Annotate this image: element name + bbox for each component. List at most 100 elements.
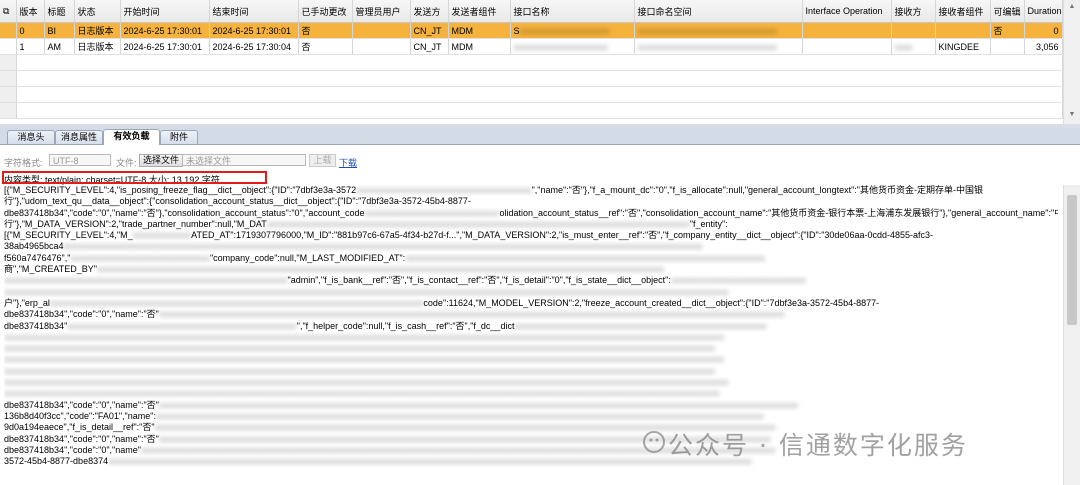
column-header[interactable]: 开始时间: [120, 0, 210, 23]
column-header[interactable]: 可编辑: [990, 0, 1025, 23]
payload-line: xxxxxxxxxxxxxxxxxxxxxxxxxxxxxxxxxxxxxxxx…: [4, 377, 1058, 388]
payload-line: 38ab4965bca4xxxxxxxxxxxxxxxxxxxxxxxxxxxx…: [4, 241, 703, 252]
payload-line: xxxxxxxxxxxxxxxxxxxxxxxxxxxxxxxxxxxxxxxx…: [4, 354, 1058, 365]
table-row[interactable]: 0 BI 日志版本 2024-6-25 17:30:01 2024-6-25 1…: [0, 22, 1063, 39]
scroll-down-icon[interactable]: ▼: [1067, 111, 1077, 121]
duration-cell: 3,056: [1024, 38, 1063, 55]
charset-select[interactable]: UTF-8: [49, 154, 111, 166]
scroll-up-icon[interactable]: ▲: [1067, 3, 1077, 13]
column-header[interactable]: 发送方: [410, 0, 449, 23]
interface-name-cell: xxxxxxxxxxxxxxxxxxxxx: [510, 38, 635, 55]
message-detail-tabs: 消息头 消息属性 有效负载 附件: [0, 128, 1080, 145]
end-time-cell: 2024-6-25 17:30:01: [209, 22, 299, 39]
interface-operation-cell: [802, 22, 892, 39]
grid-corner-icon[interactable]: ⧉: [0, 0, 17, 23]
redacted-text: xxxxxxxxxxxxxxxxxxxxxxxxxxxxxxxxxxxxxxx: [356, 185, 532, 195]
duration-cell: 0: [1024, 22, 1063, 39]
manually-changed-cell: 否: [298, 38, 353, 55]
grid-vertical-scrollbar[interactable]: ▲ ▼: [1063, 0, 1080, 124]
row-selector[interactable]: [0, 86, 17, 103]
title-cell: 日志版本: [74, 38, 121, 55]
payload-line: 行"},"udom_text_qu__data__object":{"conso…: [4, 196, 471, 207]
redacted-text: xxxxxxxxxxxxxxxxxxxxxxxxxxxxxxxxxxxxxxxx…: [63, 241, 703, 252]
download-link[interactable]: 下载: [339, 156, 357, 169]
tab-payload[interactable]: 有效负载: [103, 129, 160, 145]
column-header[interactable]: 接收者组件: [935, 0, 991, 23]
redacted-text: xxxxxxxxxxxxxxxxxxxxxxxxxxxxxxxxxxxxxxxx…: [405, 252, 766, 263]
column-header[interactable]: Duration: [1024, 0, 1063, 23]
empty-cell: [16, 70, 1063, 87]
column-header[interactable]: 发送者组件: [448, 0, 511, 23]
payload-line: xxxxxxxxxxxxxxxxxxxxxxxxxxxxxxxxxxxxxxxx…: [4, 332, 1058, 343]
redacted-text: xxxxxxxxxxxxxxxxxxxxxxxxxxxxxxxxxxxxxxxx…: [4, 388, 720, 399]
column-header[interactable]: 接口命名空间: [634, 0, 803, 23]
choose-file-button[interactable]: 选择文件: [139, 154, 184, 167]
row-selector[interactable]: [0, 22, 17, 39]
tab-message-properties[interactable]: 消息属性: [55, 130, 103, 144]
tab-message-header[interactable]: 消息头: [7, 130, 55, 144]
column-header[interactable]: 结束时间: [209, 0, 299, 23]
row-selector[interactable]: [0, 38, 17, 55]
charset-label: 字符格式:: [4, 158, 43, 168]
column-header[interactable]: 标题: [44, 0, 75, 23]
editable-cell: [990, 38, 1025, 55]
message-version-grid[interactable]: ⧉ 版本 标题 状态 开始时间 结束时间 已手动更改 管理员用户 发送方 发送者…: [0, 0, 1080, 124]
receiver-cell: xxxx: [891, 38, 936, 55]
row-selector[interactable]: [0, 102, 17, 119]
table-row[interactable]: 1 AM 日志版本 2024-6-25 17:30:01 2024-6-25 1…: [0, 38, 1063, 55]
payload-vertical-scrollbar[interactable]: [1063, 185, 1080, 485]
watermark: 公众号 · 信通数字化服务: [668, 431, 968, 460]
redacted-text: xxxxxxxxxxxxxxxxxxxxxxxxxxxxxxxxxxxxxxxx…: [67, 320, 297, 331]
column-header[interactable]: 已手动更改: [298, 0, 353, 23]
redacted-text: xxxxxxxxxxxxx: [132, 230, 192, 241]
version-cell: AM: [44, 38, 75, 55]
table-row[interactable]: [0, 70, 1063, 87]
empty-cell: [16, 86, 1063, 103]
redacted-text: xxxxxxxxxxxxxxxxxxxxxxxxxxxxxx: [670, 275, 806, 286]
payload-line: dbe837418b34","code":"0","name":"否"},"co…: [4, 207, 1058, 218]
payload-line: dbe837418b34"xxxxxxxxxxxxxxxxxxxxxxxxxxx…: [4, 320, 767, 331]
table-row[interactable]: [0, 102, 1063, 119]
manually-changed-cell: 否: [298, 22, 353, 39]
receiver-component-cell: [935, 22, 991, 39]
redacted-text: xxxxxxxxxxxxxxxxxxxxxxxxxxxxxxxxxxxxxxxx…: [108, 456, 752, 467]
interface-operation-cell: [802, 38, 892, 55]
payload-line: 商","M_CREATED_BY"xxxxxxxxxxxxxxxxxxxxxxx…: [4, 264, 664, 275]
admin-user-cell: [352, 38, 411, 55]
column-header[interactable]: 接收方: [891, 0, 936, 23]
upload-button[interactable]: 上载: [309, 154, 336, 167]
redacted-text: xxxxxxxxxxxxxxxxxxxxxxxxxxxxxxx: [70, 252, 210, 263]
redacted-text: xxxxxxxxxxxxxxxxxxxxx: [513, 41, 609, 52]
redacted-text: xxxxxxxxxxxxxxxxxxxx: [519, 25, 610, 36]
redacted-text: xxxxxxxxxxxxxxxxxxxxxxxxxxxxxxx: [637, 25, 778, 36]
tab-attachments[interactable]: 附件: [160, 130, 198, 144]
empty-cell: [16, 102, 1063, 119]
interface-namespace-cell: xxxxxxxxxxxxxxxxxxxxxxxxxxxxxxx: [634, 38, 803, 55]
interface-name-cell: Sxxxxxxxxxxxxxxxxxxxx: [510, 22, 635, 39]
redacted-text: xxxxxxxxxxxxxxxxxxxxxxxxxxxxxxxxxxxxxxxx…: [49, 297, 424, 308]
receiver-cell: [891, 22, 936, 39]
start-time-cell: 2024-6-25 17:30:01: [120, 22, 210, 39]
redacted-text: xxxx: [894, 41, 913, 52]
payload-line: xxxxxxxxxxxxxxxxxxxxxxxxxxxxxxxxxxxxxxxx…: [4, 388, 1058, 399]
payload-line: f560a7476476","xxxxxxxxxxxxxxxxxxxxxxxxx…: [4, 252, 766, 263]
column-header[interactable]: 版本: [16, 0, 45, 23]
column-header[interactable]: 状态: [74, 0, 121, 23]
table-row[interactable]: [0, 54, 1063, 71]
redacted-text: xxxxxxxxxxxxxxxxxxxxxxxxxxxxxxxxxxxxxxxx…: [4, 354, 724, 365]
table-row[interactable]: [0, 86, 1063, 103]
scrollbar-thumb[interactable]: [1067, 195, 1077, 325]
row-selector[interactable]: [0, 70, 17, 87]
file-label: 文件:: [116, 158, 137, 168]
column-header[interactable]: 管理员用户: [352, 0, 411, 23]
column-header[interactable]: Interface Operation: [802, 0, 892, 23]
sender-cell: CN_JT: [410, 38, 449, 55]
row-selector[interactable]: [0, 54, 17, 71]
redacted-text: xxxxxxxxxxxxxxxxxxxxxxxxxxxxxxxxxxxxxxxx…: [4, 377, 729, 388]
version-cell: BI: [44, 22, 75, 39]
payload-line: xxxxxxxxxxxxxxxxxxxxxxxxxxxxxxxxxxxxxxxx…: [4, 275, 806, 286]
redacted-text: xxxxxxxxxxxxxxxxxxxxxxxxxxxxxxxxxxxxxxxx…: [4, 275, 288, 286]
editable-cell: 否: [990, 22, 1025, 39]
sender-cell: CN_JT: [410, 22, 449, 39]
column-header[interactable]: 接口名称: [510, 0, 635, 23]
